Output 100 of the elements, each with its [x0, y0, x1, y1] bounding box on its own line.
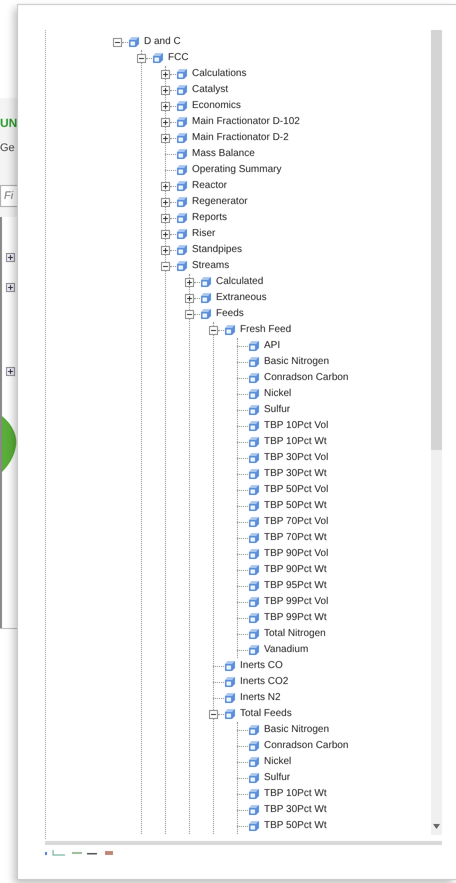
tree-item[interactable]: TBP 10Pct Vol	[264, 419, 328, 433]
tree-item[interactable]: TBP 70Pct Vol	[264, 515, 328, 529]
tree-item[interactable]: Basic Nitrogen	[264, 723, 330, 737]
tree-item[interactable]: Nickel	[264, 387, 292, 401]
tree-item[interactable]: Inerts CO	[240, 659, 283, 673]
tree-item[interactable]: Standpipes	[192, 243, 242, 257]
tree-item[interactable]: Riser	[192, 227, 216, 241]
cube-icon	[224, 692, 236, 704]
tree-item[interactable]: Feeds	[216, 307, 244, 321]
expand-toggle[interactable]	[161, 246, 170, 254]
tree-item[interactable]: Conradson Carbon	[264, 371, 348, 385]
tree-item[interactable]: Mass Balance	[192, 147, 255, 161]
horizontal-scrollbar[interactable]	[45, 841, 442, 845]
tree-item[interactable]: TBP 30Pct Wt	[264, 467, 327, 481]
tree-item[interactable]: Total Feeds	[240, 707, 292, 721]
expand-toggle[interactable]	[161, 70, 170, 78]
tab[interactable]: Ge	[0, 142, 17, 155]
tree-item[interactable]: TBP 90Pct Vol	[264, 547, 328, 561]
tree-item[interactable]: Vanadium	[264, 643, 308, 657]
tree-item[interactable]: TBP 70Pct Wt	[264, 531, 327, 545]
cube-icon	[248, 740, 260, 752]
search-field[interactable]: Fi	[0, 185, 17, 207]
expand-toggle[interactable]	[161, 182, 170, 190]
vertical-scrollbar[interactable]	[431, 30, 442, 835]
expand-toggle[interactable]	[6, 283, 15, 292]
tree-item[interactable]: Extraneous	[216, 291, 267, 305]
tree-item[interactable]: Operating Summary	[192, 163, 282, 177]
expand-toggle[interactable]	[161, 134, 170, 142]
tree-item[interactable]: TBP 50Pct Vol	[264, 483, 328, 497]
expand-toggle[interactable]	[137, 54, 146, 62]
tree-item[interactable]: Main Fractionator D-2	[192, 131, 289, 145]
expand-toggle[interactable]	[185, 294, 194, 302]
expand-toggle[interactable]	[161, 262, 170, 270]
expand-toggle[interactable]	[209, 326, 218, 334]
tree-item[interactable]: Fresh Feed	[240, 323, 292, 337]
tree-item[interactable]: FCC	[168, 51, 189, 65]
tree-item[interactable]: TBP 10Pct Wt	[264, 787, 327, 801]
tree-item[interactable]: TBP 99Pct Wt	[264, 611, 327, 625]
cube-icon	[248, 388, 260, 400]
tree-item[interactable]: Main Fractionator D-102	[192, 115, 300, 129]
cube-icon	[176, 196, 188, 208]
cube-icon	[176, 260, 188, 272]
cube-icon	[248, 628, 260, 640]
cube-icon	[224, 324, 236, 336]
tree-item[interactable]: Catalyst	[192, 83, 228, 97]
tree-item[interactable]: Sulfur	[264, 771, 290, 785]
tree-item[interactable]: TBP 90Pct Wt	[264, 563, 327, 577]
cube-icon	[176, 148, 188, 160]
tree-item[interactable]: Streams	[192, 259, 230, 273]
tree-item[interactable]: API	[264, 339, 280, 353]
cube-icon	[224, 676, 236, 688]
expand-toggle[interactable]	[161, 118, 170, 126]
tree-item[interactable]: TBP 50Pct Wt	[264, 819, 327, 833]
tree-item[interactable]: Calculations	[192, 67, 246, 81]
cube-icon	[176, 164, 188, 176]
down-arrow-icon[interactable]	[433, 824, 440, 829]
tree-item[interactable]: Nickel	[264, 755, 292, 769]
tree-item[interactable]: TBP 50Pct Wt	[264, 499, 327, 513]
cube-icon	[248, 772, 260, 784]
cube-icon	[248, 420, 260, 432]
tree-item[interactable]: D and C	[144, 35, 181, 49]
cube-icon	[248, 612, 260, 624]
expand-toggle[interactable]	[113, 38, 122, 46]
tree-item[interactable]: TBP 10Pct Wt	[264, 435, 327, 449]
cube-icon	[128, 36, 140, 48]
tree-item[interactable]: Inerts N2	[240, 691, 281, 705]
expand-toggle[interactable]	[6, 253, 15, 262]
cube-icon	[248, 548, 260, 560]
tree-item[interactable]: Conradson Carbon	[264, 739, 348, 753]
expand-toggle[interactable]	[161, 214, 170, 222]
expand-toggle[interactable]	[161, 230, 170, 238]
tree-item[interactable]: Calculated	[216, 275, 264, 289]
tree-item[interactable]: TBP 95Pct Wt	[264, 579, 327, 593]
tree-item[interactable]: Total Nitrogen	[264, 627, 326, 641]
cube-icon	[248, 756, 260, 768]
window-title: UN	[0, 116, 17, 130]
cube-icon	[224, 708, 236, 720]
expand-toggle[interactable]	[161, 198, 170, 206]
tree-item[interactable]: TBP 99Pct Vol	[264, 595, 328, 609]
tree-item[interactable]: Reactor	[192, 179, 228, 193]
tree-item[interactable]: TBP 30Pct Vol	[264, 451, 328, 465]
cube-icon	[176, 84, 188, 96]
tree-item[interactable]: Basic Nitrogen	[264, 355, 330, 369]
cube-icon	[224, 660, 236, 672]
cube-icon	[248, 436, 260, 448]
expand-toggle[interactable]	[161, 102, 170, 110]
expand-toggle[interactable]	[185, 310, 194, 318]
cube-icon	[200, 308, 212, 320]
expand-toggle[interactable]	[185, 278, 194, 286]
expand-toggle[interactable]	[161, 86, 170, 94]
expand-toggle[interactable]	[209, 710, 218, 718]
tree-item[interactable]: Regenerator	[192, 195, 248, 209]
cube-icon	[248, 372, 260, 384]
tree-item[interactable]: TBP 30Pct Wt	[264, 803, 327, 817]
cube-icon	[176, 68, 188, 80]
tree-item[interactable]: Reports	[192, 211, 228, 225]
tree-item[interactable]: Inerts CO2	[240, 675, 288, 689]
tree-item[interactable]: Sulfur	[264, 403, 290, 417]
tree-item[interactable]: Economics	[192, 99, 241, 113]
expand-toggle[interactable]	[6, 367, 15, 376]
